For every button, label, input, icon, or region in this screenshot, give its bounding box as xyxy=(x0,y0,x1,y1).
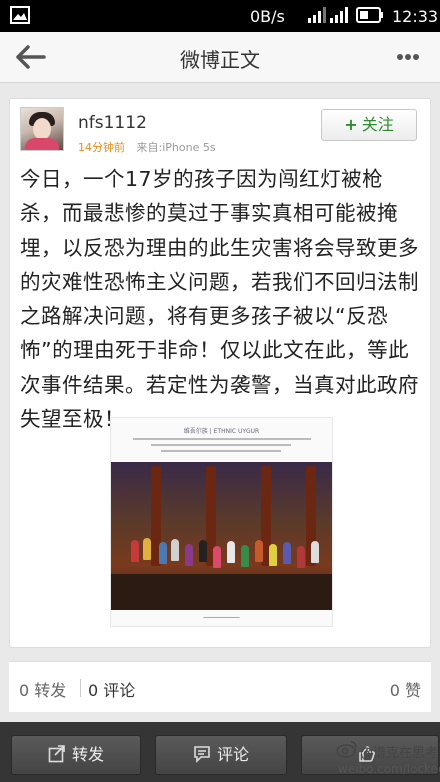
post-time: 14分钟前 xyxy=(78,141,125,154)
more-dots-icon xyxy=(396,45,420,64)
status-bar: 0B/s 12:33 xyxy=(0,0,440,32)
post-text: 今日，一个17岁的孩子因为闯红灯被枪杀，而最悲惨的莫过于事实真相可能被掩埋，以反… xyxy=(20,167,419,432)
watermark-url: weibo.com/lockee xyxy=(338,762,440,776)
network-speed: 0B/s xyxy=(250,7,285,26)
signal-2-icon xyxy=(329,6,349,28)
post-meta: 14分钟前 来自:iPhone 5s xyxy=(78,139,216,155)
repost-icon xyxy=(48,745,65,763)
app-header: 微博正文 xyxy=(0,32,440,83)
post-image[interactable]: 维吾尔族 | ETHNIC UYGUR ━━━━━━━━━━━━ xyxy=(110,417,333,627)
page-title: 微博正文 xyxy=(180,48,260,72)
repost-label: 转发 xyxy=(71,745,104,764)
clock: 12:33 xyxy=(392,7,439,26)
comment-label: 评论 xyxy=(216,745,249,764)
likes-count[interactable]: 0 赞 xyxy=(390,677,421,701)
watermark-handle: @谱克在思考 xyxy=(360,746,439,761)
image-caption-line xyxy=(133,438,311,440)
comments-count[interactable]: 0 评论 xyxy=(88,677,135,701)
plus-icon: + xyxy=(344,115,358,134)
post-stats: 0 转发 0 评论 0 赞 xyxy=(9,662,431,712)
battery-icon xyxy=(356,7,384,27)
follow-button[interactable]: + 关注 xyxy=(321,109,417,141)
comment-icon xyxy=(194,746,210,763)
image-heading: 维吾尔族 | ETHNIC UYGUR xyxy=(183,428,260,435)
follow-label: 关注 xyxy=(361,115,394,134)
group-photo xyxy=(111,462,332,610)
post-source: 来自:iPhone 5s xyxy=(136,141,216,154)
repost-button[interactable]: 转发 xyxy=(11,735,141,775)
gallery-notification-icon xyxy=(10,6,30,24)
more-options-button[interactable] xyxy=(396,45,426,69)
comment-button[interactable]: 评论 xyxy=(155,735,287,775)
weibo-logo-icon xyxy=(336,741,357,758)
image-footer-line: ━━━━━━━━━━━━ xyxy=(203,615,240,621)
post-card: nfs1112 14分钟前 来自:iPhone 5s + 关注 今日，一个17岁的… xyxy=(9,98,431,648)
stats-separator xyxy=(80,679,81,697)
reposts-count[interactable]: 0 转发 xyxy=(19,677,66,701)
signal-1-icon xyxy=(307,6,327,28)
image-caption-line xyxy=(151,444,291,446)
username[interactable]: nfs1112 xyxy=(78,113,147,133)
avatar[interactable] xyxy=(20,107,64,151)
image-caption-line xyxy=(161,450,281,452)
